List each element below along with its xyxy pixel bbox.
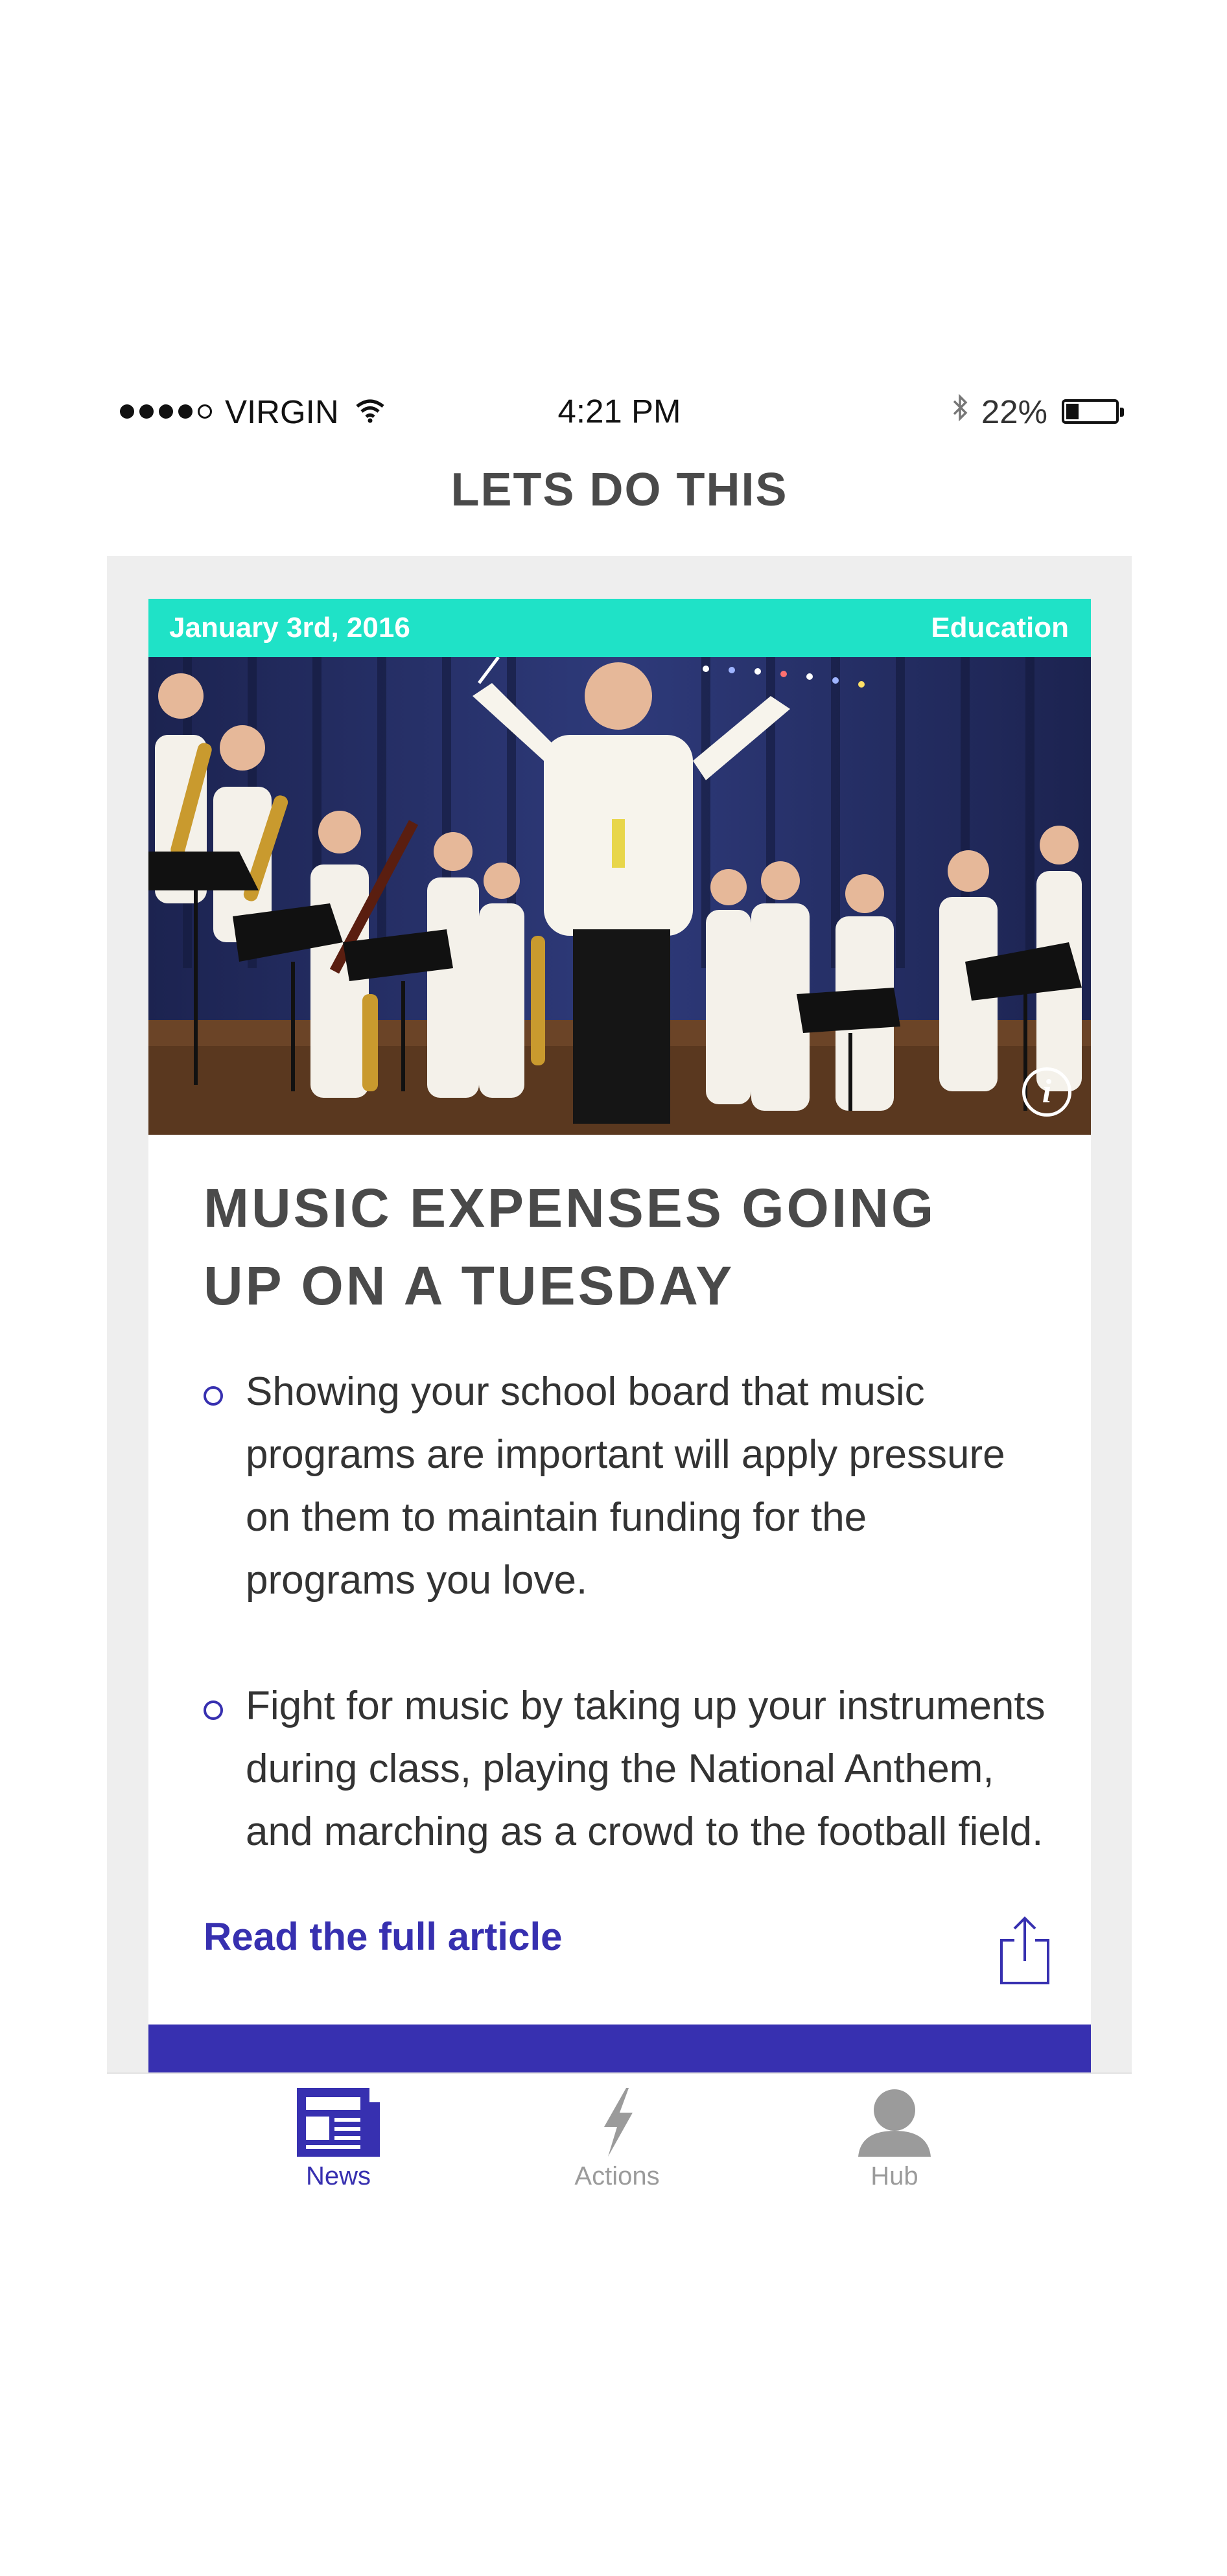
news-feed[interactable]: January 3rd, 2016 Education i MUSIC EXPE… xyxy=(107,556,1132,2072)
tab-label-hub: Hub xyxy=(871,2162,918,2190)
card-header: January 3rd, 2016 Education xyxy=(148,599,1091,657)
tab-label-news: News xyxy=(305,2162,371,2190)
newspaper-icon xyxy=(297,2088,380,2157)
battery-nub xyxy=(1120,408,1124,417)
tab-bar: News Actions Hub xyxy=(107,2072,1132,2224)
bullet-text: Showing your school board that music pro… xyxy=(246,1369,1005,1603)
share-icon[interactable] xyxy=(999,1914,1051,1986)
card-category: Education xyxy=(931,612,1069,644)
page-title: LETS DO THIS xyxy=(450,464,788,516)
status-right: 22% xyxy=(952,389,1124,434)
lightning-icon xyxy=(604,2088,633,2157)
battery-icon xyxy=(1062,399,1124,424)
tab-news[interactable]: News xyxy=(241,2087,436,2191)
article-summary: Showing your school board that music pro… xyxy=(204,1360,1046,1926)
summary-bullet: Fight for music by taking up your instru… xyxy=(204,1675,1046,1863)
card-date: January 3rd, 2016 xyxy=(169,612,410,644)
news-card[interactable]: January 3rd, 2016 Education i MUSIC EXPE… xyxy=(148,599,1091,2072)
card-footer-bar xyxy=(148,2025,1091,2072)
summary-bullet: Showing your school board that music pro… xyxy=(204,1360,1046,1612)
phone-screen: VIRGIN 4:21 PM 22% LETS DO THIS January … xyxy=(107,363,1132,2224)
article-headline: MUSIC EXPENSES GOING UP ON A TUESDAY xyxy=(204,1178,937,1316)
bullet-text: Fight for music by taking up your instru… xyxy=(246,1684,1046,1854)
status-bar: VIRGIN 4:21 PM 22% xyxy=(107,389,1132,434)
battery-percent: 22% xyxy=(981,393,1047,430)
info-icon[interactable]: i xyxy=(1022,1067,1071,1117)
article-photo: i xyxy=(148,657,1091,1135)
bullet-ring-icon xyxy=(204,1386,223,1406)
bullet-ring-icon xyxy=(204,1700,223,1720)
person-icon xyxy=(858,2089,931,2157)
tab-actions[interactable]: Actions xyxy=(520,2087,714,2191)
battery-fill xyxy=(1066,404,1079,419)
tab-hub[interactable]: Hub xyxy=(797,2087,992,2191)
read-full-article-link[interactable]: Read the full article xyxy=(204,1914,562,1959)
tab-label-actions: Actions xyxy=(574,2162,660,2190)
bluetooth-icon xyxy=(952,392,970,431)
